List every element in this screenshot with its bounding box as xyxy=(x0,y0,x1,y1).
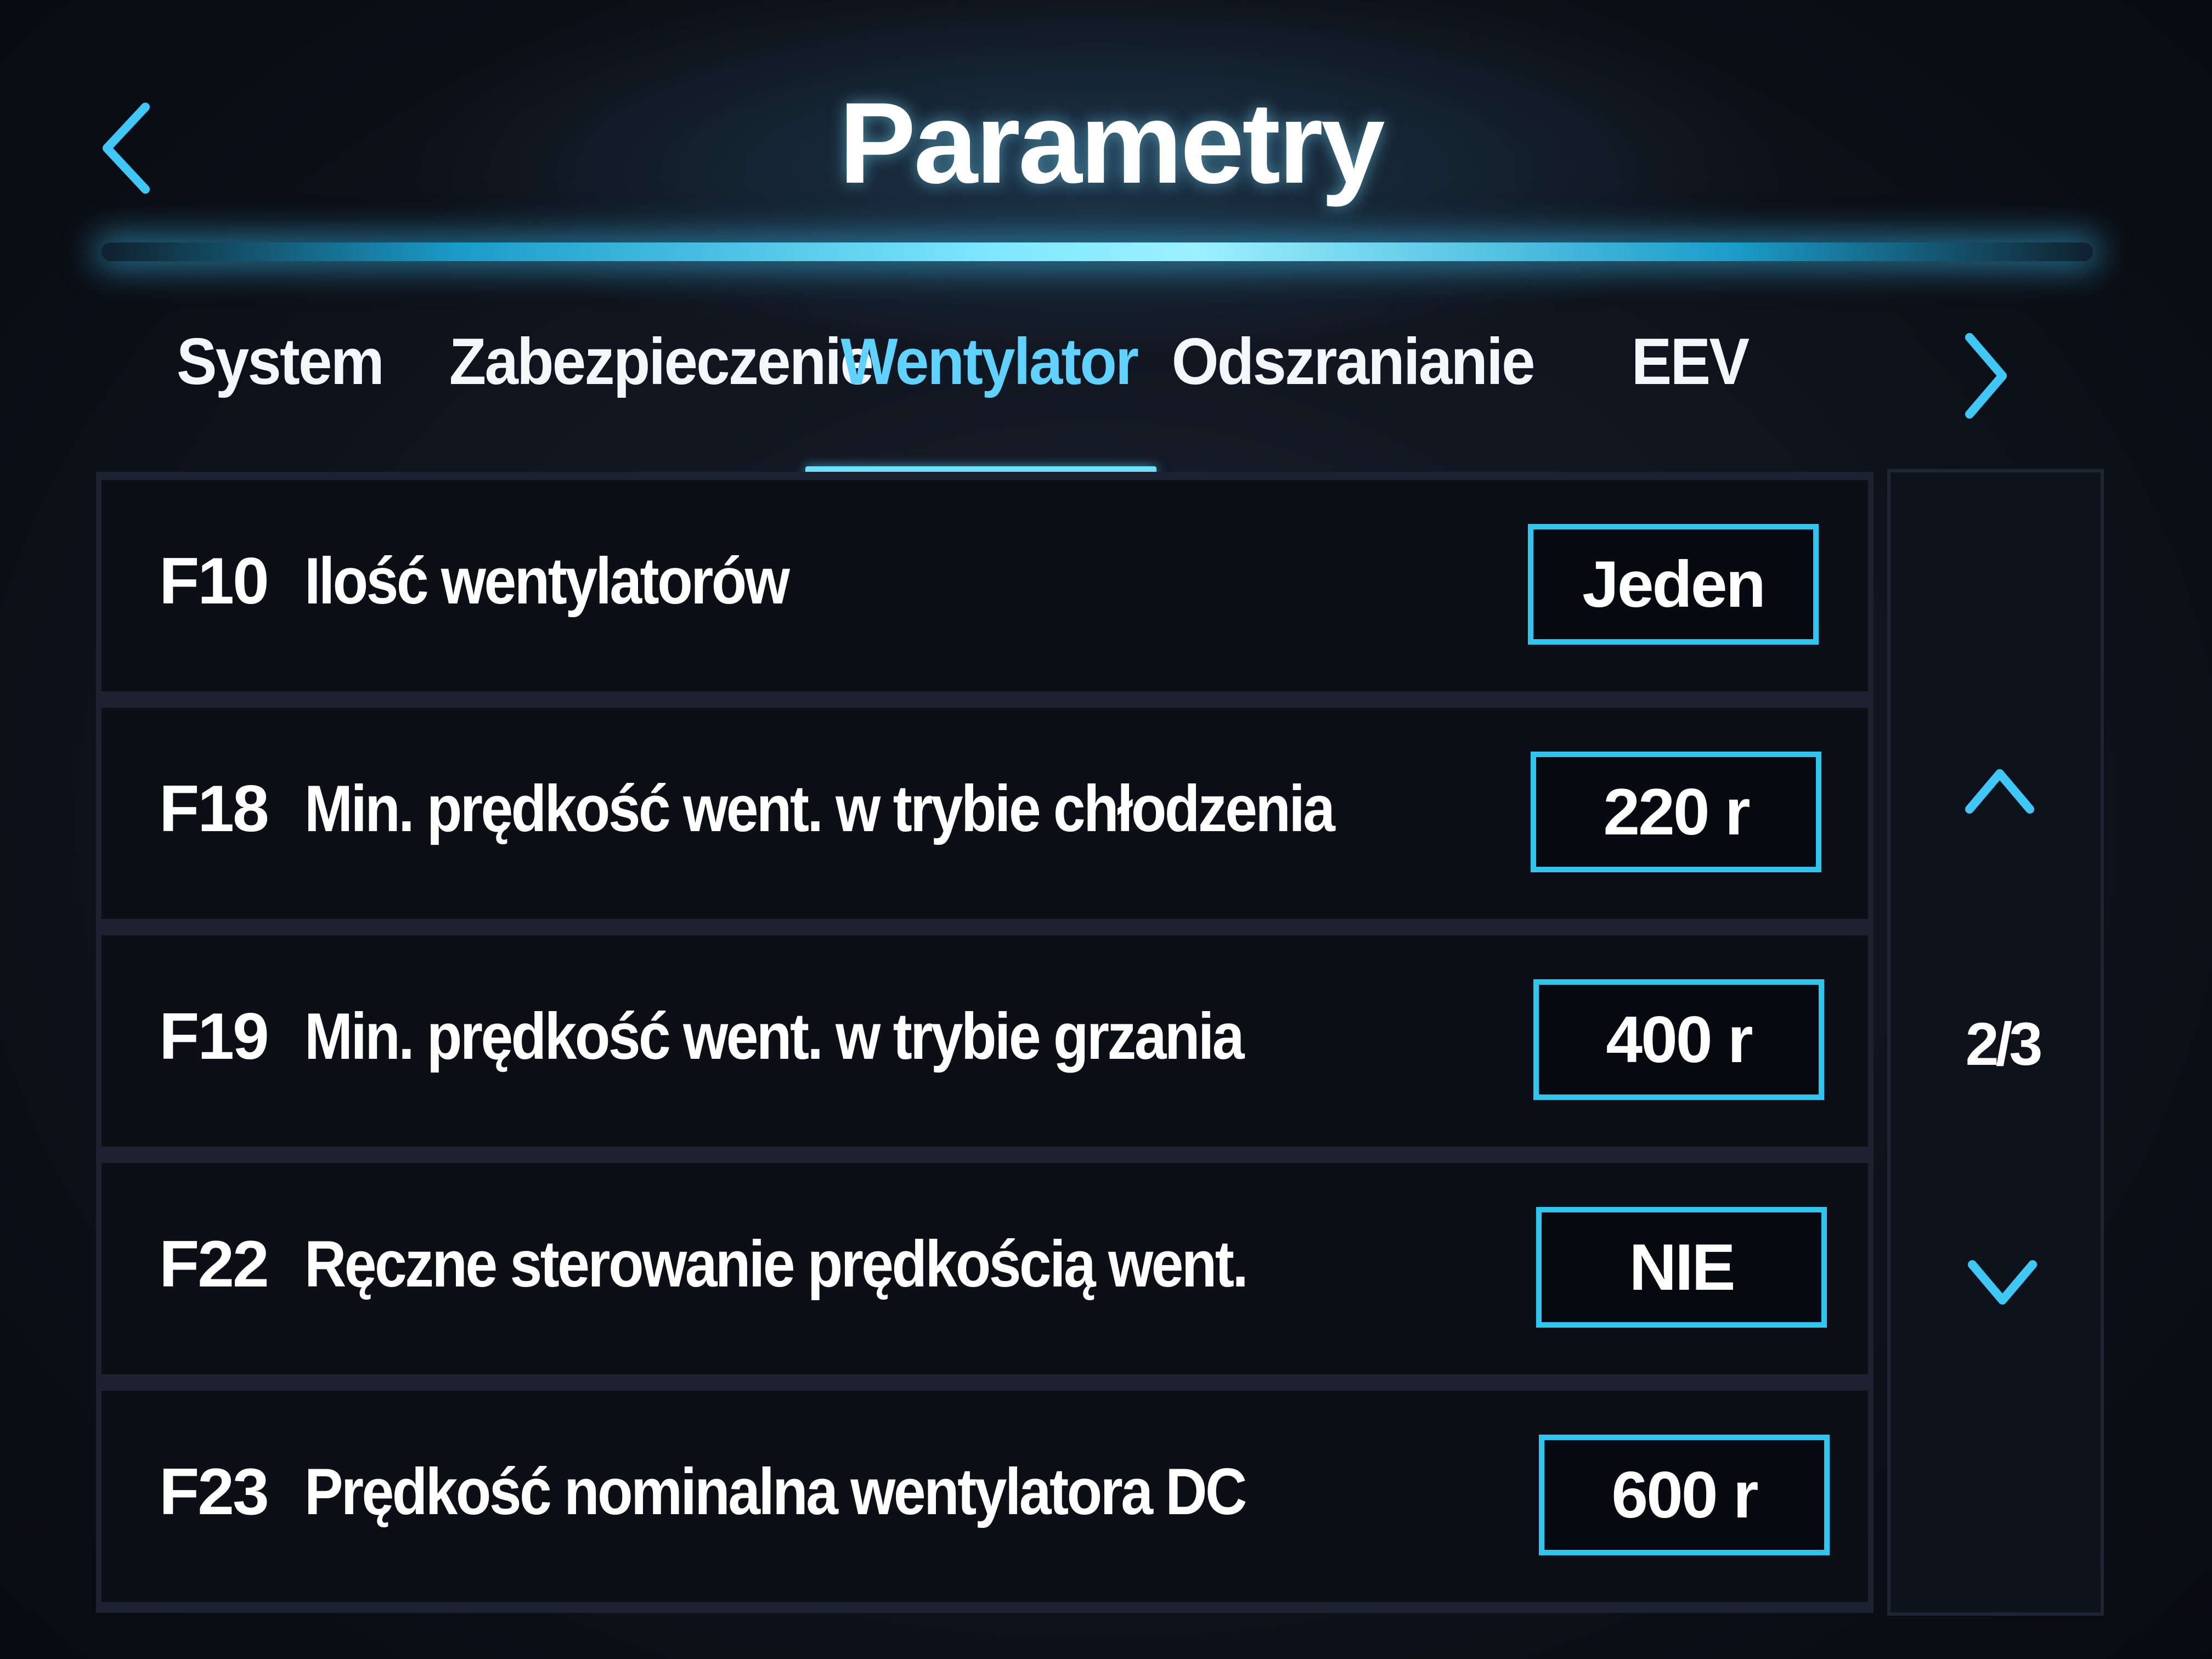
parameter-label: Ręczne sterowanie prędkością went. xyxy=(304,1227,1249,1301)
parameter-row-f23[interactable]: F23 Prędkość nominalna wentylatora DC 60… xyxy=(101,1391,1868,1602)
parameter-code: F10 xyxy=(159,544,269,618)
tab-system[interactable]: System xyxy=(174,324,386,411)
parameter-value-f22[interactable]: NIE xyxy=(1536,1207,1827,1328)
page-down-button[interactable] xyxy=(1961,1245,2044,1322)
tab-odszranianie[interactable]: Odszranianie xyxy=(1172,324,1536,411)
back-button[interactable] xyxy=(93,93,159,203)
parameter-code: F22 xyxy=(159,1227,269,1301)
parameter-label: Min. prędkość went. w trybie grzania xyxy=(304,1000,1244,1073)
parameter-row-f22[interactable]: F22 Ręczne sterowanie prędkością went. N… xyxy=(101,1163,1868,1374)
chevron-up-icon xyxy=(1965,769,2034,814)
page-indicator: 2/3 xyxy=(1965,1011,2043,1078)
chevron-down-icon xyxy=(1968,1260,2037,1305)
parameter-code: F18 xyxy=(159,772,269,845)
parameter-row-f19[interactable]: F19 Min. prędkość went. w trybie grzania… xyxy=(101,935,1868,1147)
page-up-button[interactable] xyxy=(1959,752,2041,828)
chevron-left-icon xyxy=(103,103,150,194)
tabs-next-button[interactable] xyxy=(1956,321,2016,431)
parameter-label: Prędkość nominalna wentylatora DC xyxy=(304,1455,1247,1528)
parameter-value-f19[interactable]: 400 r xyxy=(1533,979,1824,1100)
parameter-label: Min. prędkość went. w trybie chłodzenia xyxy=(304,772,1335,845)
tab-wentylator[interactable]: Wentylator xyxy=(840,324,1139,411)
parameter-label: Ilość wentylatorów xyxy=(304,544,790,618)
parameter-code: F23 xyxy=(159,1455,269,1528)
tab-zabezpieczenie[interactable]: Zabezpieczenie xyxy=(449,324,874,411)
chevron-right-icon xyxy=(1965,333,2007,419)
title-divider xyxy=(101,242,2093,261)
tab-eev[interactable]: EEV xyxy=(1599,324,1780,411)
parameter-row-f18[interactable]: F18 Min. prędkość went. w trybie chłodze… xyxy=(101,708,1868,919)
parameter-value-f10[interactable]: Jeden xyxy=(1528,524,1819,645)
parameter-code: F19 xyxy=(159,1000,269,1073)
parameter-value-f18[interactable]: 220 r xyxy=(1531,752,1821,872)
parameter-row-f10[interactable]: F10 Ilość wentylatorów Jeden xyxy=(101,480,1868,691)
parameter-value-f23[interactable]: 600 r xyxy=(1539,1435,1830,1555)
page-title: Parametry xyxy=(839,78,1385,207)
parameters-screen: Parametry System Zabezpieczenie Wentylat… xyxy=(0,0,2212,1659)
